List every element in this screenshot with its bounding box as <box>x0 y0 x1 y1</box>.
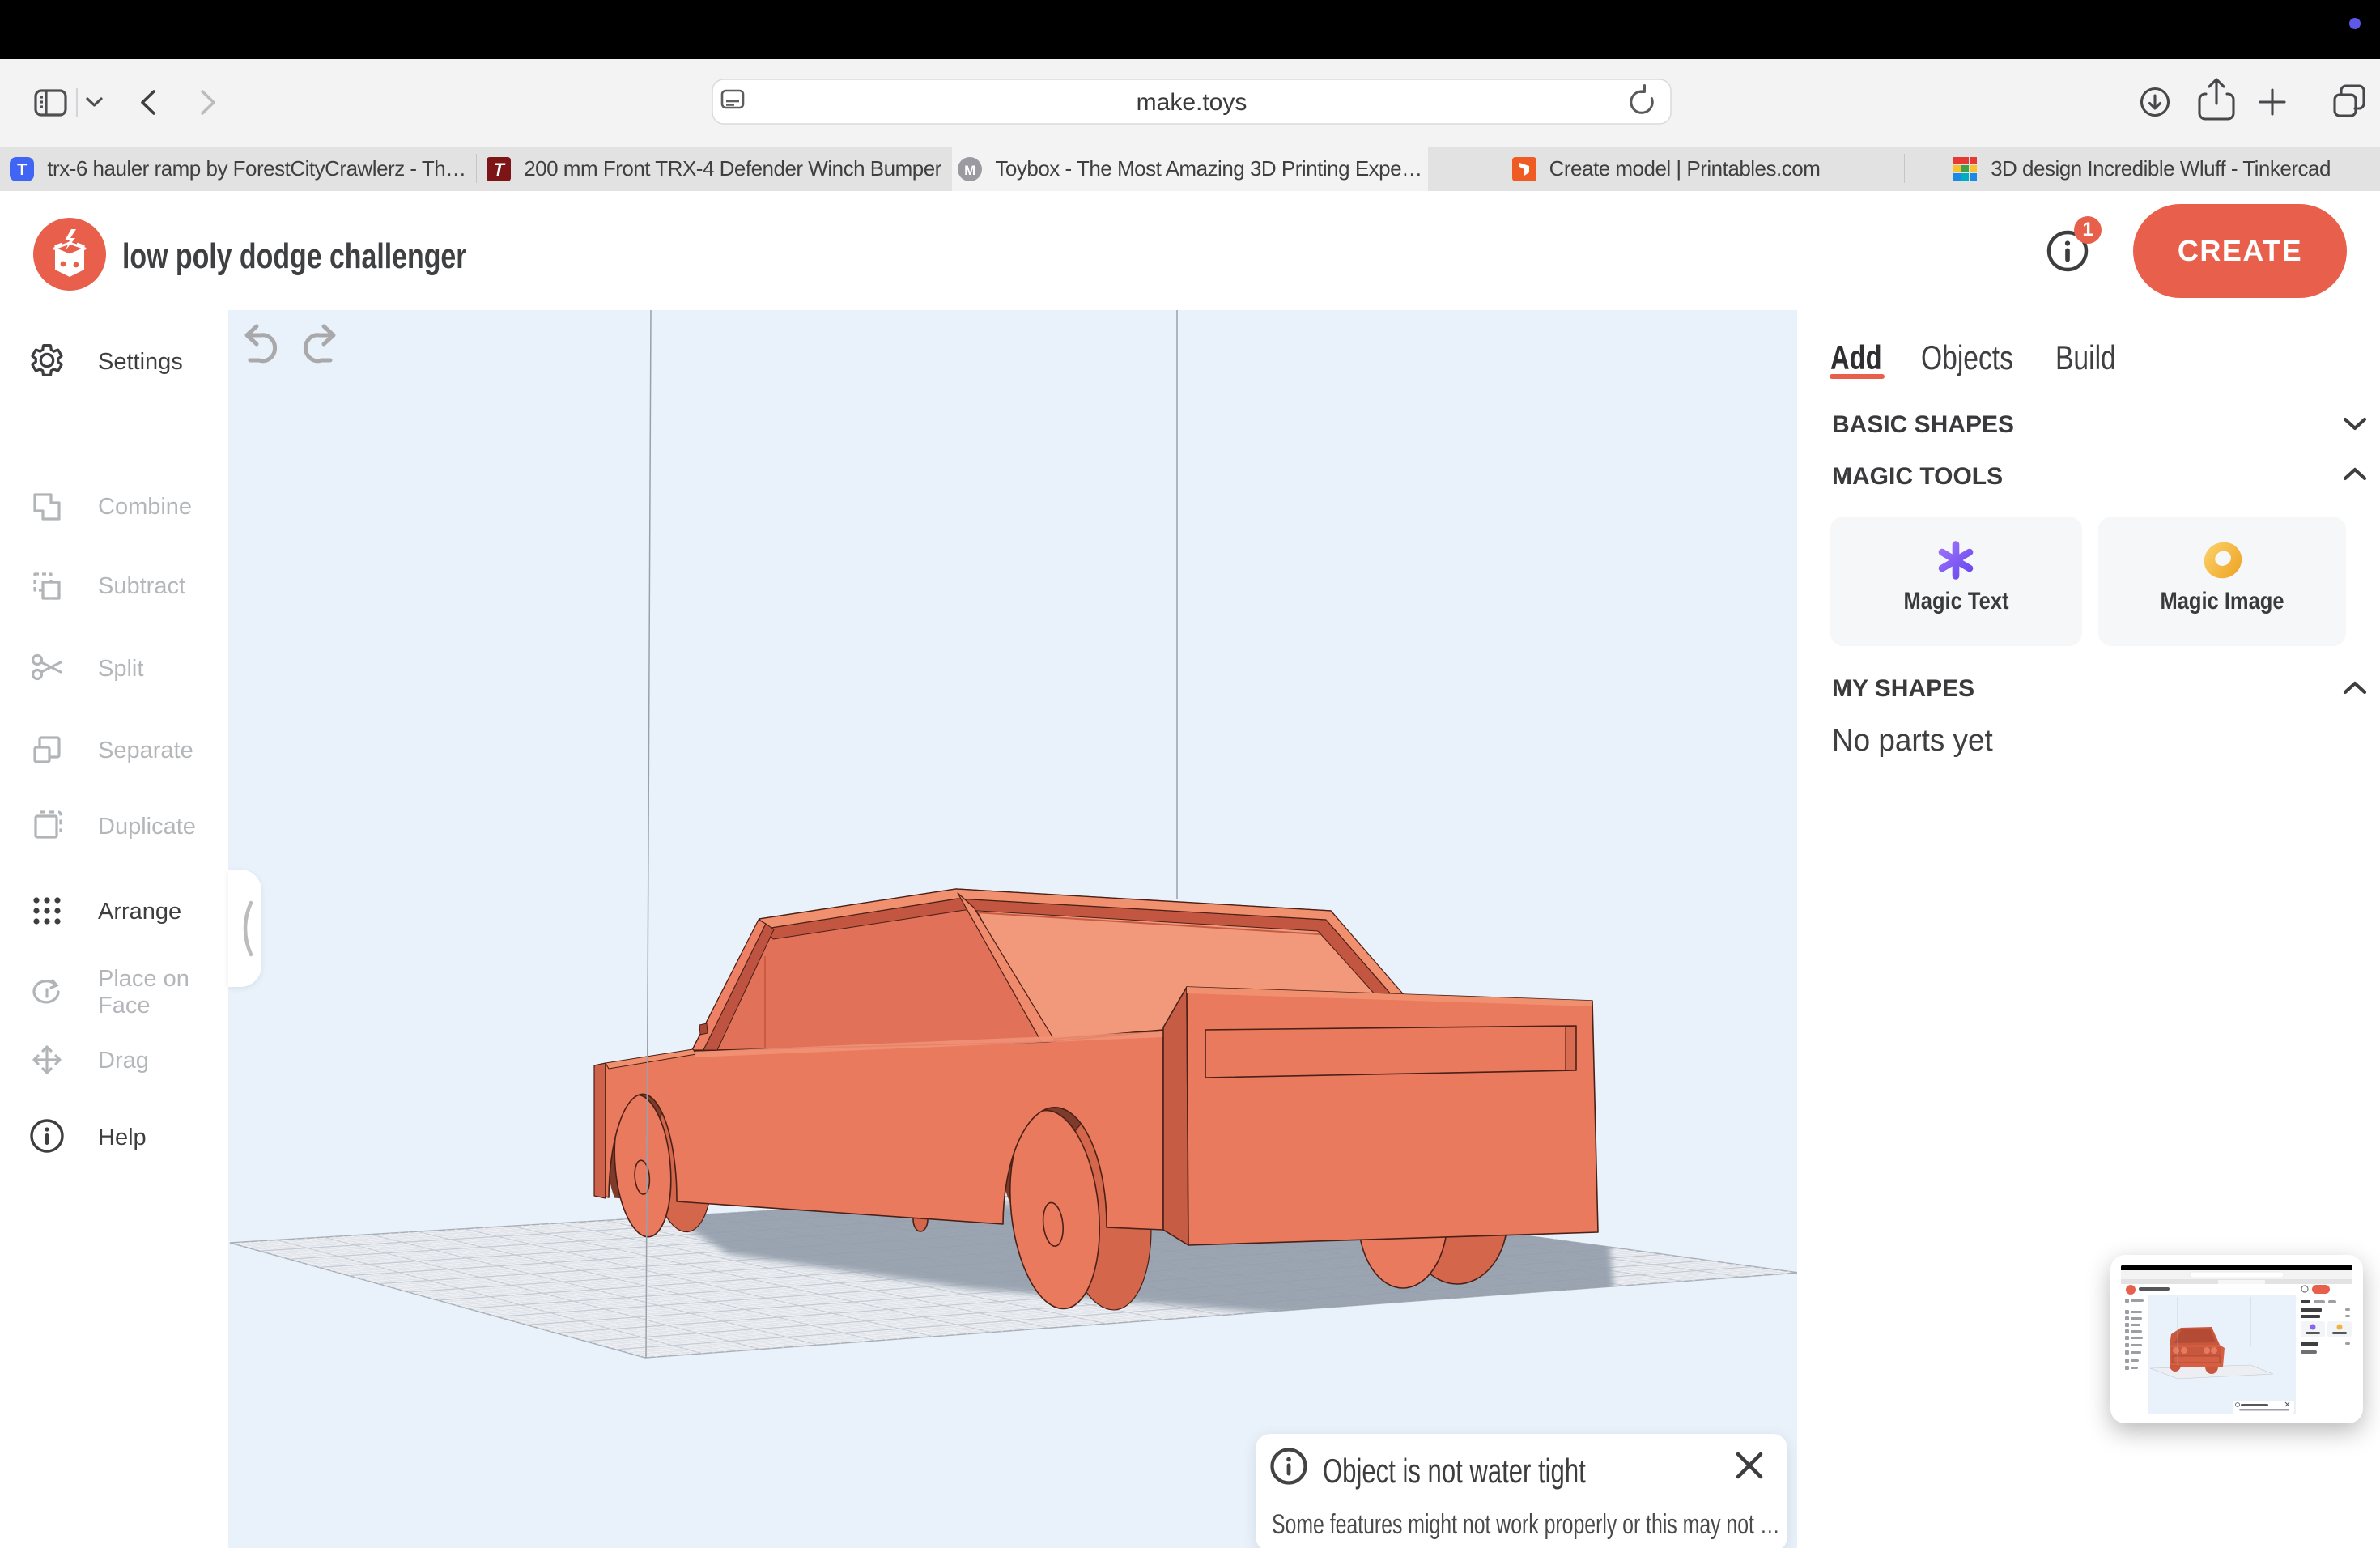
svg-text:T: T <box>494 159 506 180</box>
svg-text:make.toys: make.toys <box>1137 89 1247 116</box>
svg-text:T: T <box>17 161 27 179</box>
svg-text:M: M <box>965 163 976 178</box>
